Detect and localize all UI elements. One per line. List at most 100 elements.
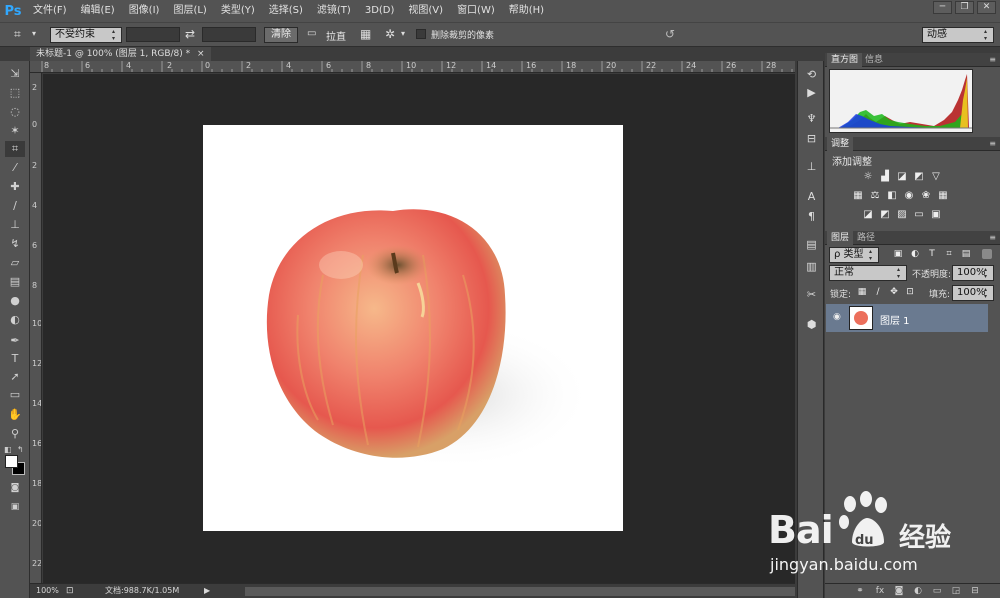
threshold-icon[interactable]: ▨: [895, 209, 909, 221]
pen-tool-icon[interactable]: ✒: [5, 333, 25, 349]
swap-colors-icon[interactable]: ↰: [17, 445, 24, 454]
properties-panel-icon[interactable]: ▤: [803, 237, 820, 253]
lasso-tool-icon[interactable]: ◌: [5, 104, 25, 120]
color-lookup-icon[interactable]: ▦: [936, 190, 950, 202]
healing-brush-tool-icon[interactable]: ✚: [5, 179, 25, 195]
filter-shape-icon[interactable]: ⌗: [942, 248, 956, 260]
menu-file[interactable]: 文件(F): [26, 0, 74, 22]
layer-name[interactable]: 图层 1: [880, 312, 910, 327]
histogram-panel-menu-icon[interactable]: ≡: [989, 53, 996, 67]
adjustments-panel-menu-icon[interactable]: ≡: [989, 137, 996, 151]
lock-all-icon[interactable]: ⊡: [903, 286, 917, 298]
brush-tool-icon[interactable]: ∕: [5, 198, 25, 214]
quick-mask-icon[interactable]: ◙: [5, 480, 25, 496]
tool-preset-chevron-icon[interactable]: ▾: [32, 26, 36, 42]
menu-3d[interactable]: 3D(D): [358, 0, 402, 22]
zoom-level[interactable]: 100%: [36, 584, 59, 598]
crop-tool-icon[interactable]: ⌗: [14, 26, 21, 42]
layer-visibility-eye-icon[interactable]: ◉: [833, 312, 841, 322]
tab-adjustments[interactable]: 调整: [827, 137, 854, 151]
straighten-label[interactable]: 拉直: [326, 28, 346, 43]
filter-toggle[interactable]: [982, 249, 992, 259]
close-document-icon[interactable]: ×: [197, 49, 205, 59]
tool-presets-icon[interactable]: ✂: [803, 287, 820, 303]
constraint-select[interactable]: 不受约束: [50, 27, 122, 43]
filter-adjustment-icon[interactable]: ◐: [908, 248, 922, 260]
character-panel-icon[interactable]: A: [803, 189, 820, 205]
default-colors-icon[interactable]: ◧: [4, 445, 12, 454]
menu-view[interactable]: 视图(V): [401, 0, 450, 22]
3d-panel-icon[interactable]: ⬢: [803, 317, 820, 333]
menu-select[interactable]: 选择(S): [262, 0, 310, 22]
channel-mixer-icon[interactable]: ❀: [919, 190, 933, 202]
path-selection-tool-icon[interactable]: ➚: [5, 369, 25, 385]
filter-type-icon[interactable]: T: [925, 248, 939, 260]
layer-filter-kind-select[interactable]: ρ 类型: [829, 247, 879, 263]
move-tool-icon[interactable]: ⇲: [5, 66, 25, 82]
layers-panel-menu-icon[interactable]: ≡: [989, 231, 996, 245]
screen-mode-icon[interactable]: ▣: [5, 499, 25, 515]
horizontal-scrollbar[interactable]: [245, 587, 795, 596]
overlay-grid-icon[interactable]: ▦: [360, 26, 371, 42]
tab-histogram[interactable]: 直方图: [827, 53, 863, 67]
brush-presets-icon[interactable]: ⊟: [803, 131, 820, 147]
menu-window[interactable]: 窗口(W): [450, 0, 502, 22]
invert-icon[interactable]: ◪: [861, 209, 875, 221]
crop-height-input[interactable]: [202, 27, 256, 42]
dodge-tool-icon[interactable]: ◐: [5, 312, 25, 328]
menu-layer[interactable]: 图层(L): [166, 0, 213, 22]
magic-wand-tool-icon[interactable]: ✶: [5, 123, 25, 139]
gradient-map-icon[interactable]: ▭: [912, 209, 926, 221]
tab-layers[interactable]: 图层: [827, 231, 854, 245]
lock-pixels-icon[interactable]: ∕: [871, 286, 885, 298]
hue-saturation-icon[interactable]: ▦: [851, 190, 865, 202]
tab-paths[interactable]: 路径: [853, 231, 879, 245]
filter-pixel-icon[interactable]: ▣: [891, 248, 905, 260]
actions-panel-icon[interactable]: ▶: [803, 85, 820, 101]
settings-chevron-icon[interactable]: ▾: [401, 26, 405, 42]
color-balance-icon[interactable]: ⚖: [868, 190, 882, 202]
opacity-input[interactable]: 100%: [952, 265, 994, 281]
document-canvas[interactable]: [203, 125, 623, 531]
menu-help[interactable]: 帮助(H): [502, 0, 551, 22]
menu-edit[interactable]: 编辑(E): [74, 0, 122, 22]
marquee-tool-icon[interactable]: ⬚: [5, 85, 25, 101]
status-icon[interactable]: ⊡: [66, 584, 74, 598]
swap-dimensions-icon[interactable]: ⇄: [185, 26, 195, 42]
minimize-button[interactable]: ─: [933, 1, 952, 14]
lock-position-icon[interactable]: ✥: [887, 286, 901, 298]
eraser-tool-icon[interactable]: ▱: [5, 255, 25, 271]
restore-button[interactable]: ❐: [955, 1, 974, 14]
levels-icon[interactable]: ▟: [878, 171, 892, 183]
filter-smart-object-icon[interactable]: ▤: [959, 248, 973, 260]
selective-color-icon[interactable]: ▣: [929, 209, 943, 221]
clear-button[interactable]: 清除: [264, 27, 298, 43]
menu-filter[interactable]: 滤镜(T): [310, 0, 358, 22]
status-menu-arrow-icon[interactable]: ▶: [204, 584, 210, 598]
tab-info[interactable]: 信息: [861, 53, 887, 67]
type-tool-icon[interactable]: T: [5, 351, 25, 367]
straighten-icon[interactable]: ▭: [307, 26, 316, 42]
canvas-area[interactable]: [43, 74, 795, 583]
clone-source-icon[interactable]: ⊥: [803, 159, 820, 175]
history-brush-tool-icon[interactable]: ↯: [5, 236, 25, 252]
lock-transparent-icon[interactable]: ▦: [855, 286, 869, 298]
curves-icon[interactable]: ◪: [895, 171, 909, 183]
crop-settings-gear-icon[interactable]: ✲: [385, 26, 395, 42]
gradient-tool-icon[interactable]: ▤: [5, 274, 25, 290]
close-window-button[interactable]: ✕: [977, 1, 996, 14]
menu-type[interactable]: 类型(Y): [214, 0, 262, 22]
foreground-color-swatch[interactable]: [5, 455, 18, 468]
notes-panel-icon[interactable]: ▥: [803, 259, 820, 275]
hand-tool-icon[interactable]: ✋: [5, 407, 25, 423]
photo-filter-icon[interactable]: ◉: [902, 190, 916, 202]
menu-image[interactable]: 图像(I): [122, 0, 167, 22]
posterize-icon[interactable]: ◩: [878, 209, 892, 221]
clone-stamp-tool-icon[interactable]: ⊥: [5, 217, 25, 233]
crop-tool-icon[interactable]: ⌗: [5, 141, 25, 157]
delete-cropped-checkbox[interactable]: [416, 29, 426, 39]
eyedropper-tool-icon[interactable]: ⁄: [5, 160, 25, 176]
history-panel-icon[interactable]: ⟲: [803, 67, 820, 83]
vibrance-icon[interactable]: ▽: [929, 171, 943, 183]
brush-panel-icon[interactable]: ♆: [803, 111, 820, 127]
